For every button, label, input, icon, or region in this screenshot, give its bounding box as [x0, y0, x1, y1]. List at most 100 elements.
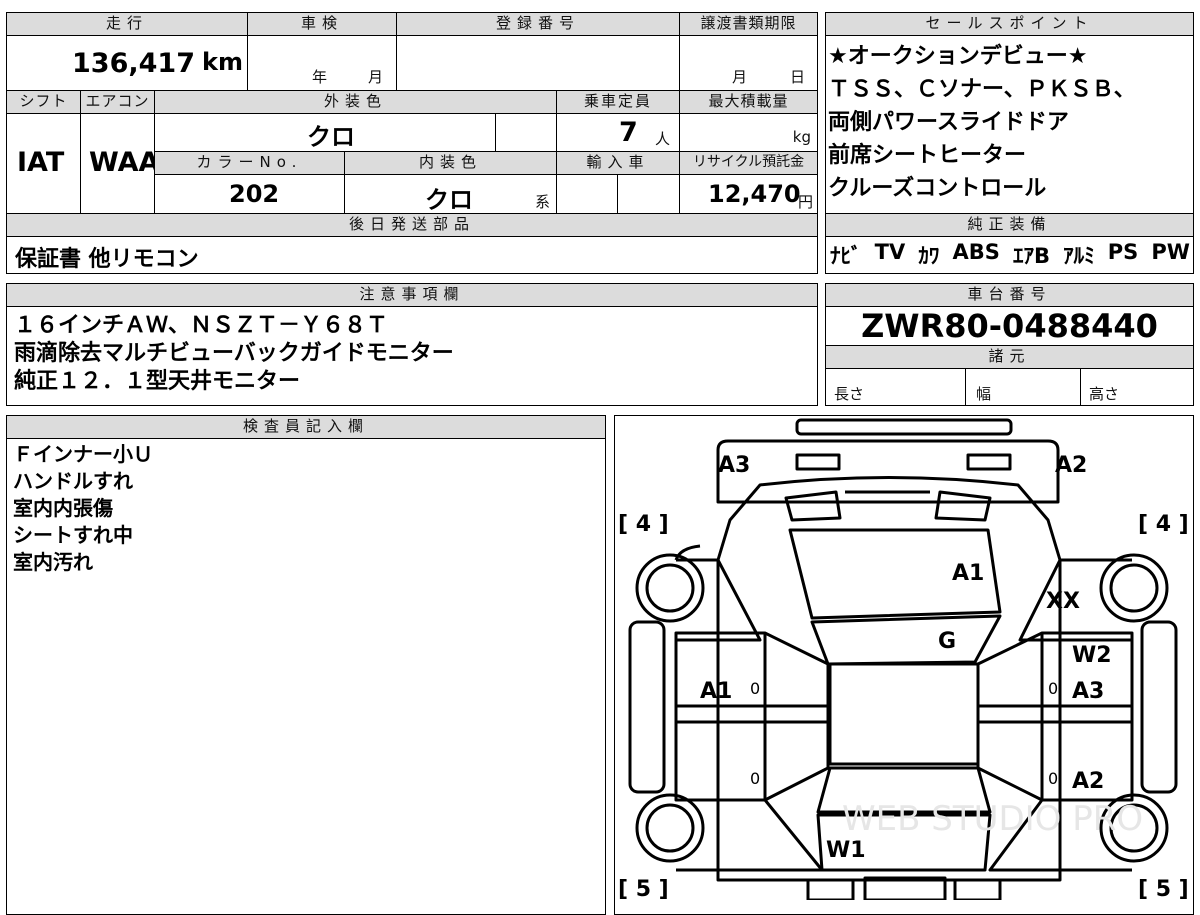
zero-mark: 0: [750, 769, 760, 788]
exterior-color-cell: クロ: [154, 113, 496, 152]
damage-code-front-right: A2: [1055, 453, 1087, 478]
exterior-color-header: 外装色: [154, 90, 557, 114]
exterior-color-value: クロ: [307, 123, 355, 151]
zero-mark: 0: [1048, 679, 1058, 698]
transfer-day-unit: 日: [790, 68, 806, 86]
color-no-value: 202: [229, 180, 280, 208]
sales-point-item: ★オークションデビュー★: [828, 44, 1088, 69]
registration-cell: [396, 35, 680, 91]
inspection-year-unit: 年: [312, 68, 328, 86]
equipment-item: ABS: [952, 240, 1000, 264]
capacity-cell: 7 人: [556, 113, 680, 152]
interior-color-header: 内装色: [344, 151, 557, 175]
tire-front-left-label: [ 4 ]: [618, 512, 669, 537]
recycle-unit: 円: [797, 193, 813, 211]
inspector-header: 検査員記入欄: [6, 415, 606, 439]
shift-cell: IAT: [6, 113, 81, 214]
damage-code-front-left: A3: [718, 453, 750, 478]
equipment-item: ｴｱB: [1012, 244, 1050, 268]
inspection-header: 車検: [247, 12, 397, 36]
aircon-value: WAA: [89, 147, 160, 178]
transfer-month-unit: 月: [732, 68, 748, 86]
equipment-item: TV: [874, 240, 906, 264]
later-parts-cell: 保証書 他リモコン: [6, 236, 818, 274]
genuine-equipment-header: 純正装備: [825, 213, 1194, 237]
inspector-note: Ｆインナー小Ｕ: [13, 442, 153, 466]
spec-length-cell: 長さ: [825, 368, 966, 406]
sales-point-item: 両側パワースライドドア: [828, 110, 1069, 135]
mileage-unit: km: [202, 48, 243, 76]
car-diagram: WEB STUDIO PRO [ 4 ] [ 4 ] [ 5 ] [ 5 ] A…: [618, 418, 1189, 900]
zero-mark: 0: [1048, 769, 1058, 788]
transfer-deadline-cell: 月 日: [679, 35, 818, 91]
genuine-equipment-list: ﾅﾋﾞ TV ｶﾜ ABS ｴｱB ｱﾙﾐ PS PW: [830, 240, 1190, 270]
inspector-notes-list: Ｆインナー小Ｕ ハンドルすれ 室内内張傷 シートすれ中 室内汚れ: [13, 441, 593, 576]
max-load-header: 最大積載量: [679, 90, 818, 114]
tire-front-right-label: [ 4 ]: [1138, 512, 1189, 537]
equipment-item: ｱﾙﾐ: [1063, 244, 1095, 268]
aircon-cell: WAA: [80, 113, 159, 214]
notes-header: 注意事項欄: [6, 283, 818, 307]
note-line: １６インチＡＷ、ＮＳＺＴ－Ｙ６８Ｔ: [14, 313, 389, 338]
sales-point-item: クルーズコントロール: [828, 176, 1047, 201]
inspector-note: シートすれ中: [13, 523, 133, 547]
max-load-cell: kg: [679, 113, 818, 152]
inspector-note: ハンドルすれ: [13, 469, 133, 493]
sales-point-item: ＴＳＳ、Ｃソナー、ＰＫＳＢ、: [828, 77, 1136, 102]
spec-width-cell: 幅: [965, 368, 1081, 406]
note-line: 純正１２．１型天井モニター: [14, 369, 301, 394]
spec-height-cell: 高さ: [1080, 368, 1194, 406]
mileage-cell: 136,417 km: [6, 35, 248, 91]
inspection-cell: 年 月: [247, 35, 397, 91]
tire-rear-left-label: [ 5 ]: [618, 877, 669, 900]
damage-code-right-front-upper: W2: [1072, 643, 1112, 668]
damage-code-rear-glass: W1: [826, 838, 866, 863]
note-line: 雨滴除去マルチビューバックガイドモニター: [14, 341, 454, 366]
spec-height-label: 高さ: [1089, 385, 1120, 403]
specs-header: 諸元: [825, 345, 1194, 369]
interior-color-suffix: 系: [535, 193, 551, 211]
inspection-month-unit: 月: [368, 68, 384, 86]
damage-code-left-front-door: A1: [700, 679, 732, 704]
later-parts-header: 後日発送部品: [6, 213, 818, 237]
damage-code-windshield: G: [938, 629, 956, 654]
color-no-cell: 202: [154, 174, 345, 214]
exterior-color-extra-cell: [495, 113, 557, 152]
capacity-header: 乗車定員: [556, 90, 680, 114]
capacity-value: 7: [619, 117, 638, 148]
sales-points-list: ★オークションデビュー★ ＴＳＳ、Ｃソナー、ＰＫＳＢ、 両側パワースライドドア …: [828, 40, 1192, 205]
equipment-item: ｶﾜ: [918, 244, 940, 268]
equipment-item: PW: [1151, 240, 1190, 264]
damage-code-right-front-door: A3: [1072, 679, 1104, 704]
interior-color-value: クロ: [425, 186, 473, 214]
max-load-unit: kg: [792, 128, 811, 146]
recycle-value: 12,470: [708, 180, 801, 208]
sales-points-header: セールスポイント: [825, 12, 1194, 36]
tire-rear-right-label: [ 5 ]: [1138, 877, 1189, 900]
interior-color-cell: クロ 系: [344, 174, 557, 214]
transfer-deadline-header: 譲渡書類期限: [679, 12, 818, 36]
recycle-cell: 12,470 円: [679, 174, 818, 214]
zero-mark: 0: [750, 679, 760, 698]
chassis-no-header: 車台番号: [825, 283, 1194, 307]
damage-code-hood: A1: [952, 561, 984, 586]
spec-width-label: 幅: [976, 385, 992, 403]
import-header: 輸入車: [556, 151, 680, 175]
mileage-header: 走行: [6, 12, 248, 36]
capacity-unit: 人: [655, 130, 671, 148]
inspector-note: 室内内張傷: [13, 496, 113, 520]
import-cell-b: [617, 174, 680, 214]
aircon-header: エアコン: [80, 90, 155, 114]
spec-length-label: 長さ: [834, 385, 865, 403]
color-no-header: カラーNo.: [154, 151, 345, 175]
import-cell-a: [556, 174, 618, 214]
registration-header: 登録番号: [396, 12, 680, 36]
inspector-note: 室内汚れ: [13, 550, 93, 574]
shift-value: IAT: [17, 147, 65, 178]
recycle-header: リサイクル預託金: [679, 151, 818, 175]
equipment-item: ﾅﾋﾞ: [830, 244, 862, 268]
mileage-value: 136,417: [72, 48, 195, 79]
watermark: WEB STUDIO PRO: [842, 799, 1143, 839]
damage-code-right-rear-door: A2: [1072, 769, 1104, 794]
notes-list: １６インチＡＷ、ＮＳＺＴ－Ｙ６８Ｔ 雨滴除去マルチビューバックガイドモニター 純…: [14, 312, 814, 396]
